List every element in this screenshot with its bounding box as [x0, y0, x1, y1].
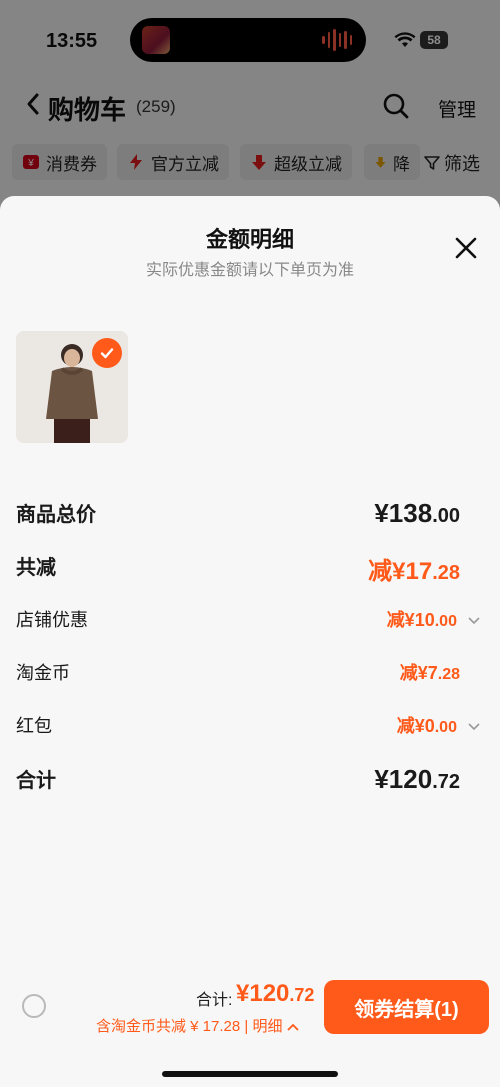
sheet-title: 金额明细 [205, 227, 294, 252]
redpacket-value[interactable]: 减¥0.00 [397, 712, 480, 738]
selected-check-icon[interactable] [92, 338, 122, 368]
store-discount-label: 店铺优惠 [16, 610, 88, 630]
total-discount-label: 共减 [16, 557, 56, 579]
store-discount-value[interactable]: 减¥10.00 [387, 606, 480, 632]
chevron-down-icon [468, 617, 480, 625]
chevron-up-icon [286, 1023, 299, 1031]
sheet-subtitle: 实际优惠金额请以下单页为准 [145, 262, 354, 279]
price-detail-sheet [0, 196, 500, 1087]
close-icon[interactable] [452, 234, 480, 262]
total-discount-value: 减¥17.28 [368, 558, 460, 585]
chevron-down-icon [468, 723, 480, 731]
bottom-total-value: ¥120.72 [236, 980, 315, 1007]
select-all-radio[interactable] [22, 994, 46, 1018]
subtotal-label: 商品总价 [16, 504, 96, 526]
grand-total-label: 合计 [16, 770, 56, 792]
coins-discount-value: 减¥7.28 [399, 663, 460, 683]
subtotal-value: ¥138.00 [374, 498, 460, 528]
grand-total-value: ¥120.72 [374, 764, 460, 794]
discount-detail-link[interactable]: 含淘金币共减 ¥ 17.28 | 明细 [96, 1015, 299, 1036]
checkout-button[interactable]: 领券结算(1) [324, 980, 489, 1034]
home-indicator [162, 1071, 338, 1077]
bottom-total-label: 合计: [196, 992, 233, 1009]
redpacket-label: 红包 [16, 716, 52, 736]
coins-discount-label: 淘金币 [16, 663, 70, 683]
